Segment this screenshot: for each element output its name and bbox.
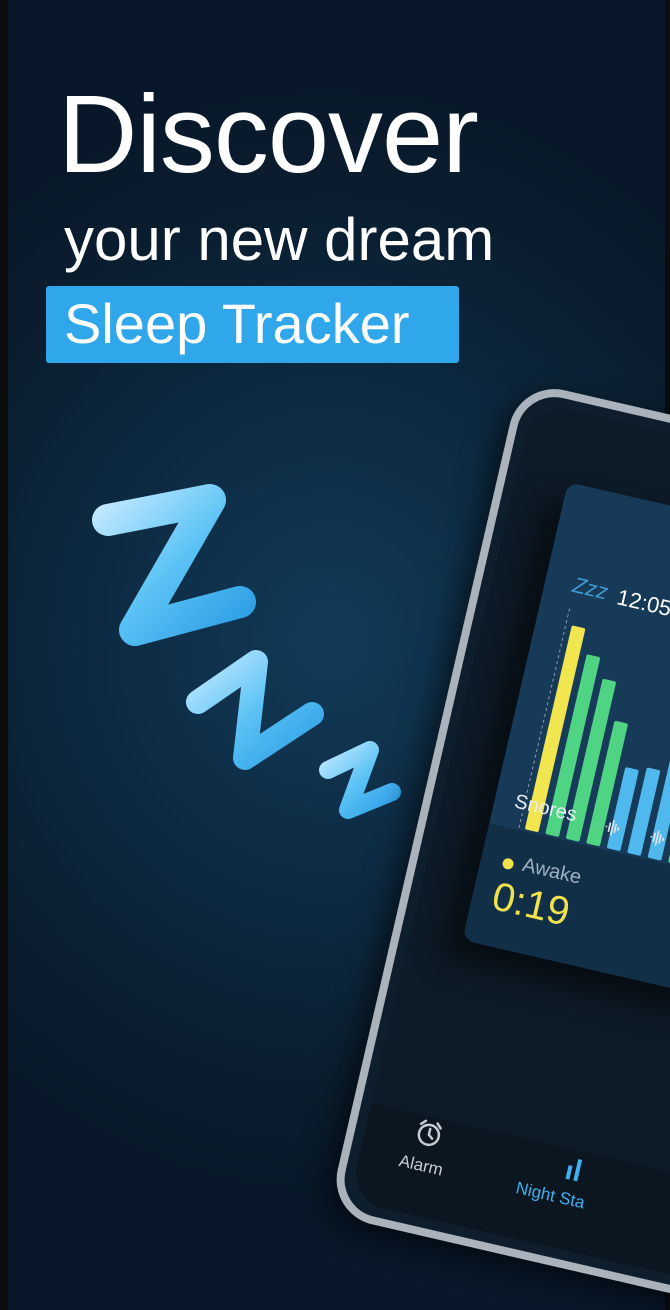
left-edge	[0, 0, 8, 1310]
headline-discover: Discover	[58, 73, 479, 196]
tab-night-stats[interactable]: Night Sta	[514, 1159, 587, 1213]
promo-frame: Discover your new dream Sleep Tracker Al…	[0, 0, 670, 1310]
stats-bars-icon	[565, 1159, 583, 1182]
headline-subtitle: your new dream	[64, 206, 495, 273]
zzz-label: Zzz	[570, 572, 611, 605]
tab-alarm[interactable]: Alarm	[397, 1119, 445, 1180]
zzz-icon	[92, 484, 401, 819]
sleep-tracker-label: Sleep Tracker	[64, 292, 410, 355]
tab-alarm-label: Alarm	[397, 1151, 445, 1180]
sleep-tracker-badge: Sleep Tracker	[46, 286, 459, 363]
alarm-clock-icon	[417, 1119, 442, 1147]
bottom-tab-bar: Alarm Night Sta	[349, 1103, 670, 1291]
